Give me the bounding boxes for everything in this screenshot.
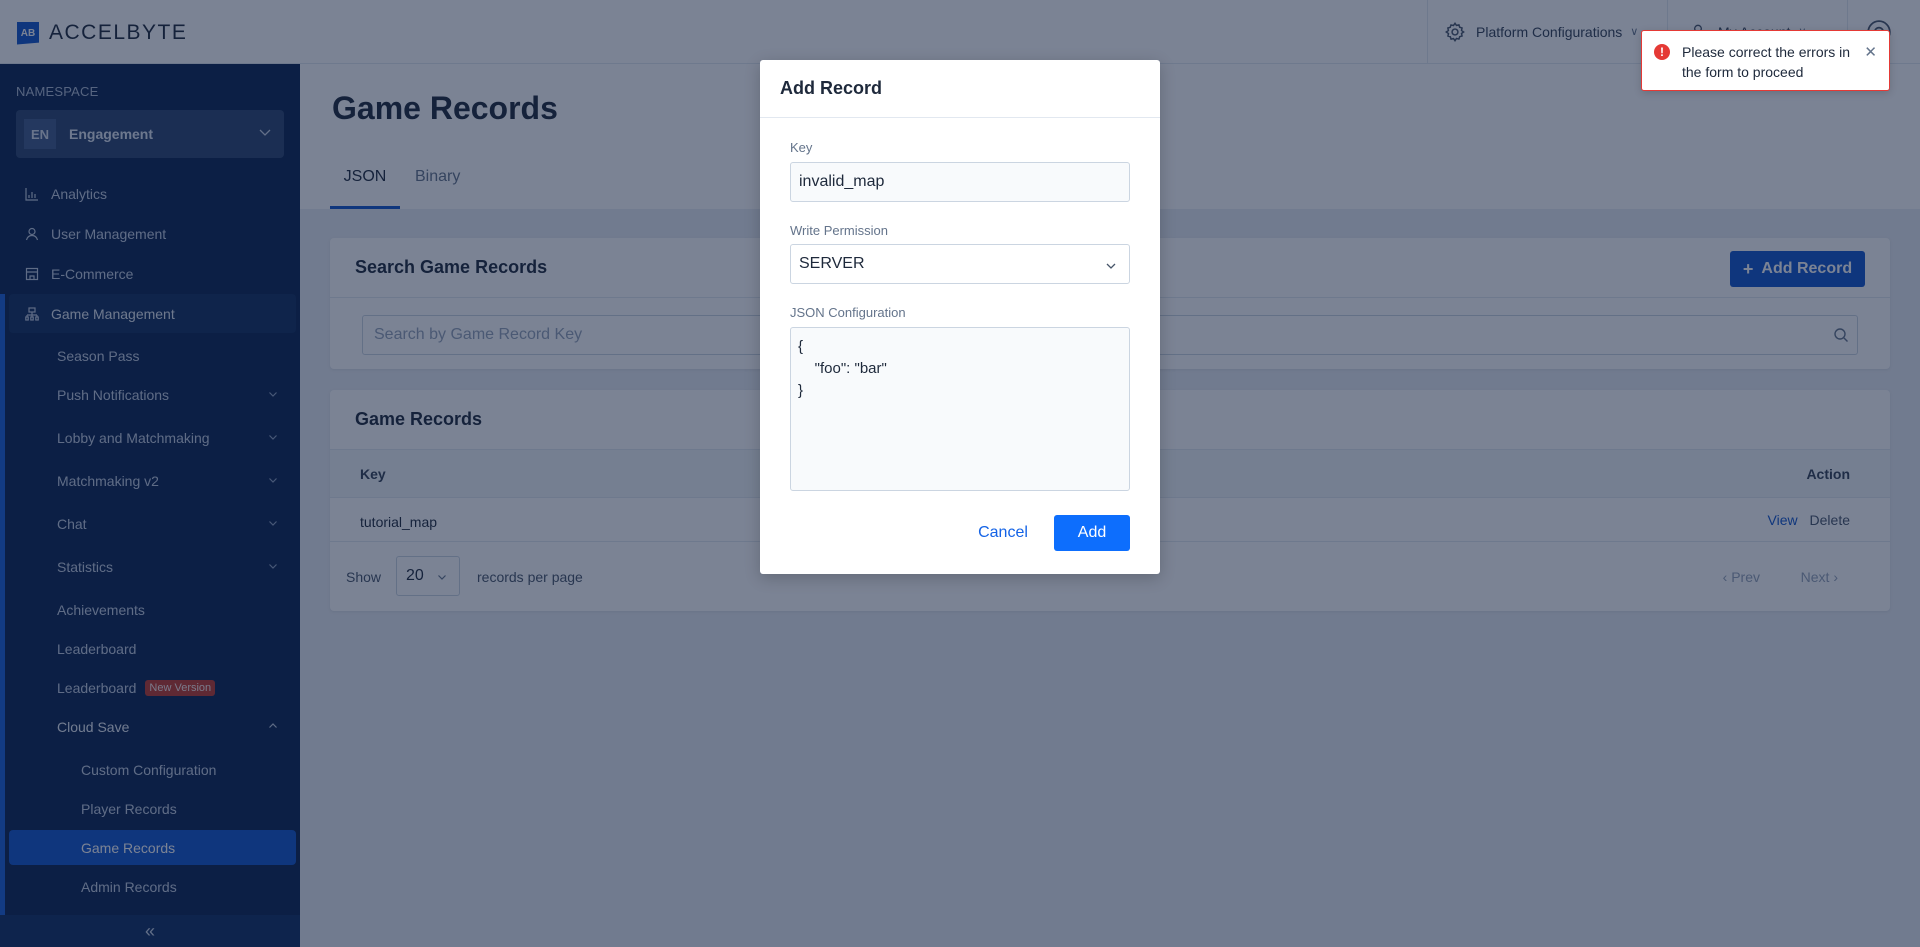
toast-message: Please correct the errors in the form to… (1682, 44, 1851, 80)
error-icon: ! (1654, 44, 1670, 60)
json-configuration-label: JSON Configuration (790, 305, 906, 320)
modal-title: Add Record (760, 60, 1160, 118)
add-button[interactable]: Add (1054, 515, 1130, 551)
error-toast: ! Please correct the errors in the form … (1641, 30, 1890, 91)
key-label: Key (790, 140, 813, 155)
chevron-down-icon (1106, 263, 1116, 269)
write-permission-select[interactable]: SERVER (790, 244, 1130, 284)
add-record-modal: Add Record Key invalid_map Write Permiss… (760, 60, 1160, 574)
key-input[interactable]: invalid_map (790, 162, 1130, 202)
close-icon[interactable]: ✕ (1864, 43, 1877, 61)
write-permission-value: SERVER (799, 255, 865, 272)
cancel-button[interactable]: Cancel (970, 515, 1036, 551)
json-configuration-textarea[interactable]: { "foo": "bar" } (790, 327, 1130, 491)
write-permission-label: Write Permission (790, 223, 889, 238)
